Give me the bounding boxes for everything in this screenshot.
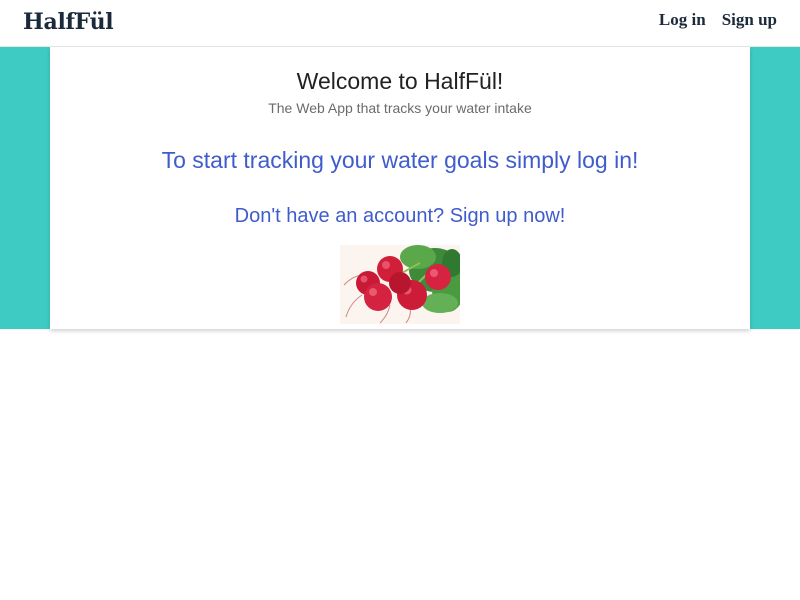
signup-cta-link[interactable]: Don't have an account? Sign up now!: [50, 205, 750, 228]
nav-links: Log in Sign up: [659, 10, 777, 30]
signup-link[interactable]: Sign up: [722, 10, 777, 30]
page-subtitle: The Web App that tracks your water intak…: [268, 100, 532, 116]
login-link[interactable]: Log in: [659, 10, 706, 30]
radishes-image: [340, 245, 460, 324]
login-cta-link[interactable]: To start tracking your water goals simpl…: [50, 147, 750, 174]
welcome-card: Welcome to HalfFül! The Web App that tra…: [50, 47, 750, 329]
brand-logo[interactable]: HalfFül: [23, 9, 114, 35]
navbar: HalfFül Log in Sign up: [0, 0, 800, 47]
page-title: Welcome to HalfFül!: [296, 68, 504, 94]
